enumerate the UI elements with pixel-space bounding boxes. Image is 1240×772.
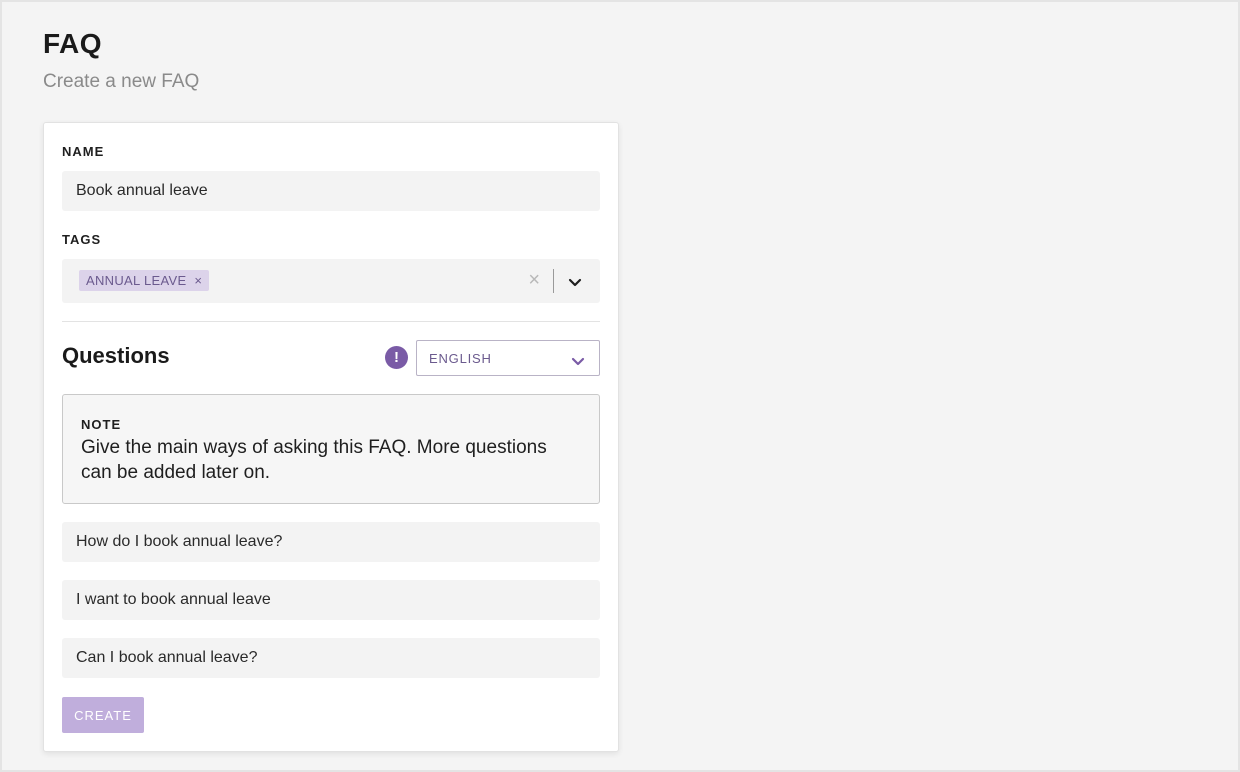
tags-select[interactable]: ANNUAL LEAVE × × — [62, 259, 600, 303]
questions-heading: Questions — [62, 343, 170, 368]
tag-chip-annual-leave: ANNUAL LEAVE × — [79, 270, 210, 291]
language-selected-value: ENGLISH — [429, 351, 492, 366]
note-text: Give the main ways of asking this FAQ. M… — [81, 437, 547, 483]
question-input-2[interactable] — [62, 580, 600, 620]
name-input[interactable] — [62, 171, 600, 211]
language-chevron-down-icon — [571, 354, 585, 372]
question-input-3[interactable] — [62, 638, 600, 678]
name-label: NAME — [62, 144, 105, 159]
tags-clear-icon[interactable]: × — [528, 269, 540, 292]
create-button[interactable]: CREATE — [62, 697, 144, 733]
section-divider — [62, 321, 600, 322]
exclamation-circle-icon[interactable]: ! — [385, 346, 408, 369]
page-subtitle: Create a new FAQ — [43, 71, 200, 92]
tags-label: TAGS — [62, 232, 102, 247]
tag-chip-label: ANNUAL LEAVE — [86, 273, 187, 288]
tags-chevron-down-icon[interactable] — [568, 275, 582, 293]
tag-remove-icon[interactable]: × — [194, 273, 202, 288]
note-label: NOTE — [81, 417, 122, 432]
question-input-1[interactable] — [62, 522, 600, 562]
language-select[interactable]: ENGLISH — [416, 340, 600, 376]
note-box: NOTE Give the main ways of asking this F… — [62, 394, 600, 504]
faq-form-card: NAME TAGS ANNUAL LEAVE × × Questions ! E… — [43, 122, 619, 752]
tags-separator — [553, 269, 554, 293]
page-title: FAQ — [43, 28, 103, 59]
